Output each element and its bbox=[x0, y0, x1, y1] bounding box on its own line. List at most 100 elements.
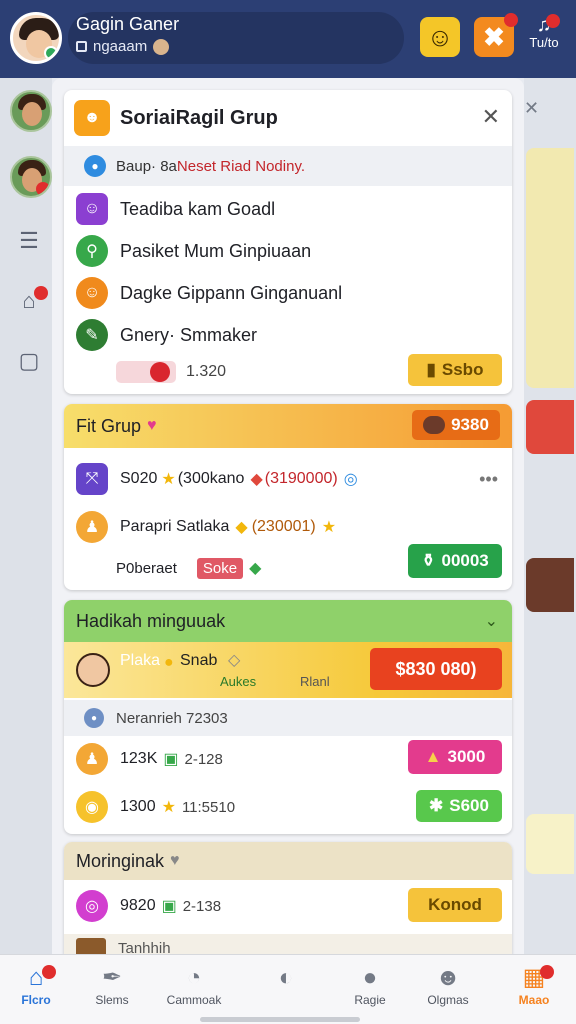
clock-icon: ● bbox=[84, 708, 104, 728]
star-icon: ★ bbox=[161, 471, 176, 488]
nav-label: Ragie bbox=[354, 993, 386, 1007]
fit-footer-tag[interactable]: Soke bbox=[196, 557, 244, 579]
profile-subtitle-text: ngaaam bbox=[93, 38, 148, 55]
hadikah-header[interactable]: Hadikah minguuak ⌄ bbox=[64, 600, 512, 642]
chat-emoji-icon: ☻ bbox=[435, 964, 461, 991]
home-indicator bbox=[200, 1017, 360, 1022]
chat-bubble-icon: ◔ bbox=[186, 964, 202, 991]
hadikah-info: Neranrieh 72303 bbox=[116, 709, 228, 727]
menu-grid-icon: ▦ bbox=[522, 964, 546, 991]
dialog-item-label: Pasiket Mum Ginpiuaan bbox=[120, 240, 312, 261]
footer-value: 1.320 bbox=[186, 363, 227, 380]
promo-name: Plaka bbox=[120, 652, 161, 669]
card-icon[interactable]: ▢ bbox=[14, 346, 44, 376]
promo-sub: Aukes bbox=[220, 674, 257, 689]
fit-buy-label: 00003 bbox=[441, 551, 489, 570]
moringinak-value2: 2-138 bbox=[182, 897, 222, 915]
toggle-knob bbox=[150, 362, 170, 382]
dialog-item-label: Teadiba kam Goadl bbox=[120, 198, 276, 219]
tag-icon bbox=[76, 41, 87, 52]
nav-label: Cammoak bbox=[166, 993, 222, 1007]
feather-icon: ✒ bbox=[101, 964, 123, 991]
save-button[interactable]: ▮ Ssbo bbox=[408, 354, 502, 386]
heart-icon: ♥ bbox=[147, 417, 157, 434]
nav-home-badge bbox=[42, 965, 56, 979]
shirt-icon: ♟ bbox=[76, 511, 108, 543]
promo-buy-button[interactable]: $830 080) bbox=[370, 648, 502, 690]
star-icon: ● bbox=[164, 654, 174, 671]
dialog-item[interactable]: ☺ Dagke Gippann Ginganuanl bbox=[64, 272, 512, 314]
stack-icon[interactable]: ☰ bbox=[14, 226, 44, 256]
fit-row-detail: (230001) bbox=[251, 518, 316, 535]
fit-row-text: S020 bbox=[120, 470, 158, 487]
rail-badge bbox=[36, 182, 50, 196]
chevron-down-icon[interactable]: ⌄ bbox=[485, 611, 498, 631]
nav-home[interactable]: ⌂ Flcro bbox=[0, 963, 72, 1019]
crate-icon bbox=[76, 938, 106, 954]
bottom-navigation: ⌂ Flcro ✒ Slems ◔ Cammoak ◐ ● Ragie ☻ Ol… bbox=[0, 954, 576, 1024]
dialog-item-label: Gnery· Smmaker bbox=[120, 324, 258, 345]
toggle-pill[interactable] bbox=[116, 361, 176, 383]
nav-olgmas[interactable]: ☻ Olgmas bbox=[412, 963, 484, 1019]
notifications-button[interactable]: ♫ Tu/to bbox=[522, 14, 566, 60]
close-icon[interactable]: ✕ bbox=[482, 104, 500, 130]
top-bar: Gagin Ganer ngaaam ☺ ✖ ♫ Tu/to bbox=[0, 0, 576, 78]
diamond-icon: ◇ bbox=[228, 652, 241, 669]
bg-card-yellow bbox=[526, 148, 574, 388]
home-icon: ⌂ bbox=[28, 964, 44, 991]
rail-avatar-1[interactable] bbox=[10, 90, 52, 132]
emoji-icon: ☺ bbox=[76, 277, 108, 309]
pencil-icon: ✎ bbox=[76, 319, 108, 351]
bell-badge bbox=[546, 14, 560, 28]
heart-icon: ♥ bbox=[170, 852, 180, 869]
nav-slems[interactable]: ✒ Slems bbox=[76, 963, 148, 1019]
hadikah-info-row: ● Neranrieh 72303 bbox=[64, 700, 512, 736]
fit-buy-button[interactable]: ⚱ 00003 bbox=[408, 544, 502, 578]
side-rail: ☰ ⌂ ▢ bbox=[0, 78, 52, 954]
dialog-item-label: Dagke Gippann Ginganuanl bbox=[120, 282, 343, 303]
hadikah-buy-button[interactable]: ▲ 3000 bbox=[408, 740, 502, 774]
moringinak-value: 9820 bbox=[120, 897, 156, 914]
dialog-item[interactable]: ☺ Teadiba kam Goadl bbox=[64, 188, 512, 230]
online-badge bbox=[44, 46, 58, 60]
bg-card-red bbox=[526, 400, 574, 454]
profile-name: Gagin Ganer bbox=[76, 14, 180, 34]
more-icon[interactable]: ••• bbox=[479, 469, 498, 490]
fit-row-detail2: (3190000) bbox=[264, 470, 338, 487]
moringinak-header[interactable]: Moringinak ♥ bbox=[64, 842, 512, 880]
moringinak-button[interactable]: Konod bbox=[408, 888, 502, 922]
fit-row-text: Parapri Satlaka bbox=[120, 518, 230, 535]
nav-cammoak[interactable]: ◔ Cammoak bbox=[158, 963, 230, 1019]
profile-avatar[interactable] bbox=[10, 12, 62, 64]
dialog-item[interactable]: ✎ Gnery· Smmaker bbox=[64, 314, 512, 356]
puzzle-icon[interactable]: ✖ bbox=[474, 13, 518, 57]
person-icon: ● bbox=[362, 964, 378, 991]
fit-group-card: Fit Grup ♥ 9380 ⤧ S020 ★ (300kano ◆ (319… bbox=[64, 404, 512, 590]
flask-icon: ⚱ bbox=[421, 551, 436, 570]
nav-maao-badge bbox=[540, 965, 554, 979]
nav-maao[interactable]: ▦ Maao bbox=[498, 963, 570, 1019]
hadikah-buy-button-2[interactable]: ✱ S600 bbox=[416, 790, 502, 822]
fit-footer-label: P0beraet bbox=[116, 559, 177, 577]
nav-ragie[interactable]: ● Ragie bbox=[334, 963, 406, 1019]
fit-row[interactable]: ⤧ S020 ★ (300kano ◆ (3190000) ◎ ••• bbox=[64, 456, 512, 502]
rail-avatar-2[interactable] bbox=[10, 156, 52, 198]
group-logo-icon: ☻ bbox=[74, 100, 110, 136]
hadikah-buy-label: 3000 bbox=[447, 747, 486, 766]
folder-icon[interactable]: ⌂ bbox=[14, 286, 48, 316]
sparkle-icon: ✱ bbox=[429, 796, 444, 815]
info-prefix: Baup· 8a bbox=[116, 157, 177, 175]
cash-icon: ▣ bbox=[161, 898, 177, 915]
fit-group-value-button[interactable]: 9380 bbox=[412, 410, 500, 440]
dialog-item[interactable]: ⚲ Pasiket Mum Ginpiuaan bbox=[64, 230, 512, 272]
profile-icon: ☺ bbox=[76, 193, 108, 225]
folder-badge bbox=[34, 286, 48, 300]
fit-group-title: Fit Grup bbox=[76, 415, 142, 436]
nav-timer[interactable]: ◐ bbox=[250, 963, 322, 1019]
smile-face-icon[interactable]: ☺ bbox=[420, 17, 460, 57]
star-icon: ★ bbox=[161, 799, 176, 816]
save-button-label: Ssbo bbox=[441, 360, 484, 379]
chat-info-icon: ● bbox=[84, 155, 106, 177]
dialog-title: SoriaiRagil Grup bbox=[120, 106, 278, 129]
coin-icon: ◉ bbox=[76, 791, 108, 823]
